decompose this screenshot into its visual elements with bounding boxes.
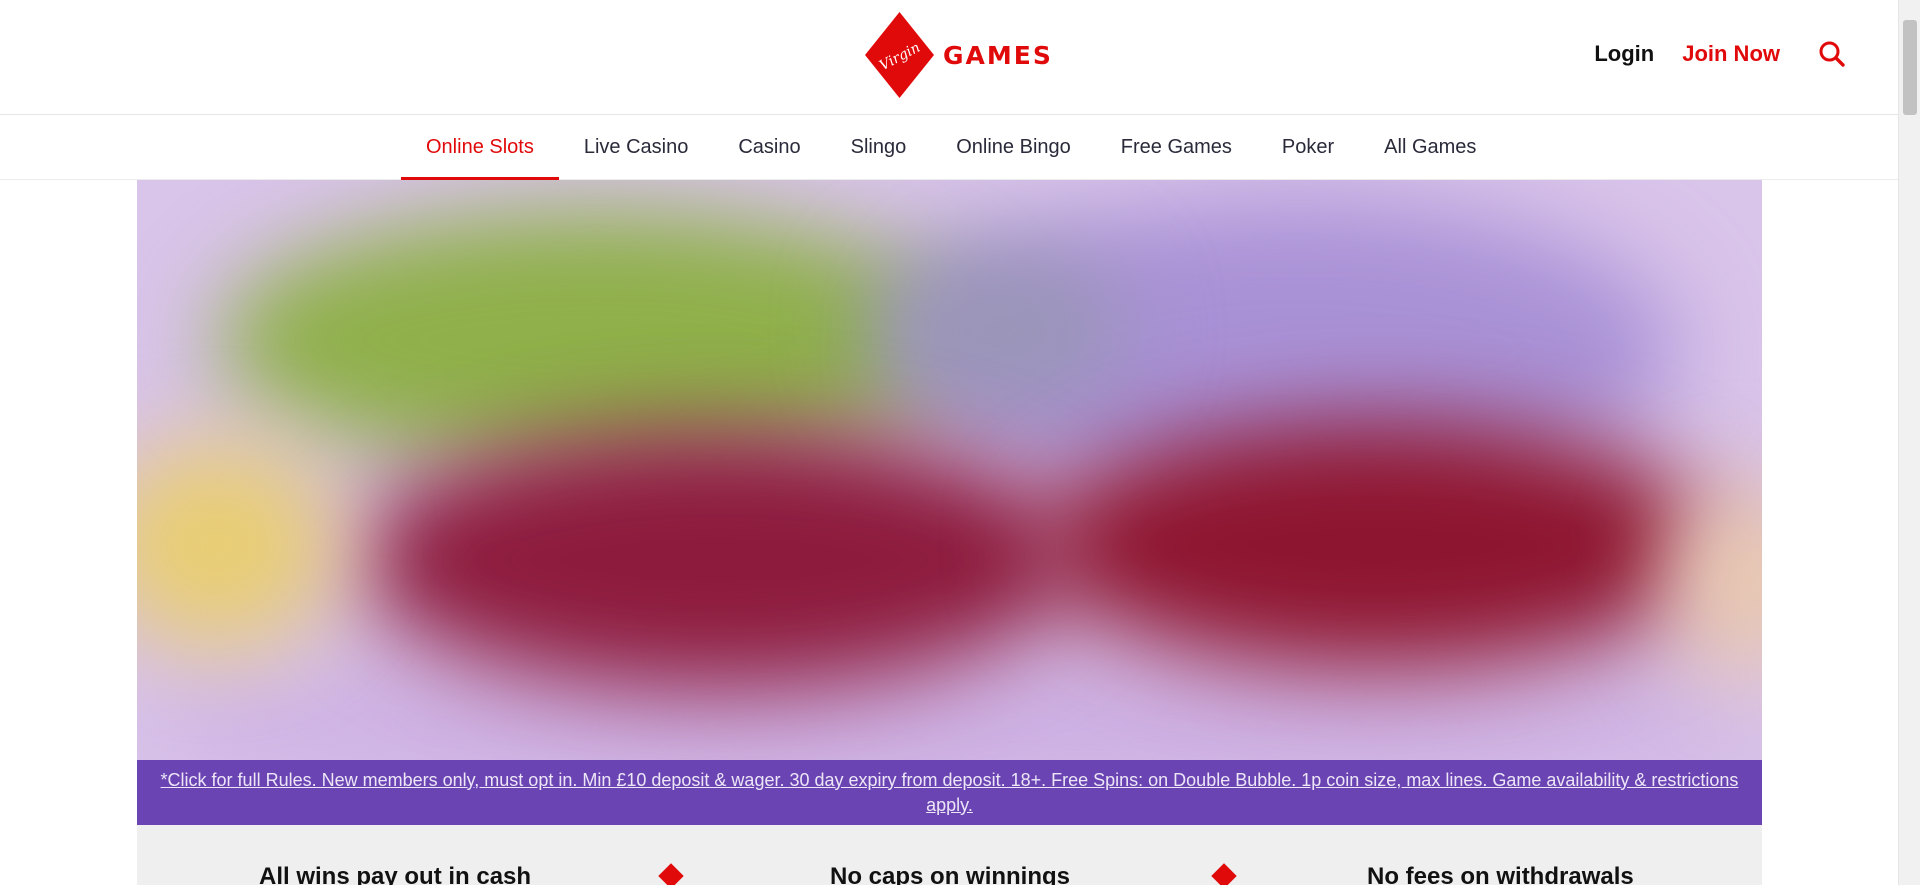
scrollbar-thumb[interactable] [1903,20,1917,115]
hero-blur-layer [137,440,337,650]
site-header: Virgin GAMES Login Join Now [0,0,1898,115]
nav-item-free-games[interactable]: Free Games [1096,115,1257,180]
nav-item-online-slots[interactable]: Online Slots [401,115,559,180]
hero-blur-layer [357,430,1077,690]
join-now-link[interactable]: Join Now [1682,41,1780,67]
hero-blur-layer [217,210,977,470]
nav-item-online-bingo[interactable]: Online Bingo [931,115,1096,180]
logo-wordmark: GAMES [943,40,1053,70]
hero-blur-layer [1037,420,1717,670]
nav-list: Online Slots Live Casino Casino Slingo O… [401,115,1501,180]
nav-item-all-games[interactable]: All Games [1359,115,1501,180]
header-actions: Login Join Now [1594,38,1848,70]
hero-blur-layer [867,240,1127,420]
login-link[interactable]: Login [1594,41,1654,67]
main-nav: Online Slots Live Casino Casino Slingo O… [0,115,1898,180]
page: Virgin GAMES Login Join Now Online Slots… [0,0,1920,885]
hero-banner[interactable] [137,180,1762,760]
scrollbar[interactable] [1898,0,1920,885]
terms-link[interactable]: *Click for full Rules. New members only,… [157,768,1742,818]
search-icon [1819,41,1845,67]
diamond-icon [658,863,684,885]
terms-bar: *Click for full Rules. New members only,… [137,760,1762,825]
virgin-games-logo[interactable]: Virgin GAMES [862,10,1053,100]
nav-item-live-casino[interactable]: Live Casino [559,115,714,180]
nav-item-poker[interactable]: Poker [1257,115,1359,180]
usp-item: No caps on winnings [830,863,1071,885]
usp-item: No fees on withdrawals [1367,863,1634,885]
hero-blur-layer [137,650,1762,760]
diamond-icon [1211,863,1237,885]
usp-strip: All wins pay out in cash No caps on winn… [137,825,1762,885]
nav-item-slingo[interactable]: Slingo [826,115,932,180]
usp-item: All wins pay out in cash [259,863,532,885]
virgin-diamond-icon: Virgin [865,12,934,98]
nav-item-casino[interactable]: Casino [713,115,825,180]
search-button[interactable] [1816,38,1848,70]
